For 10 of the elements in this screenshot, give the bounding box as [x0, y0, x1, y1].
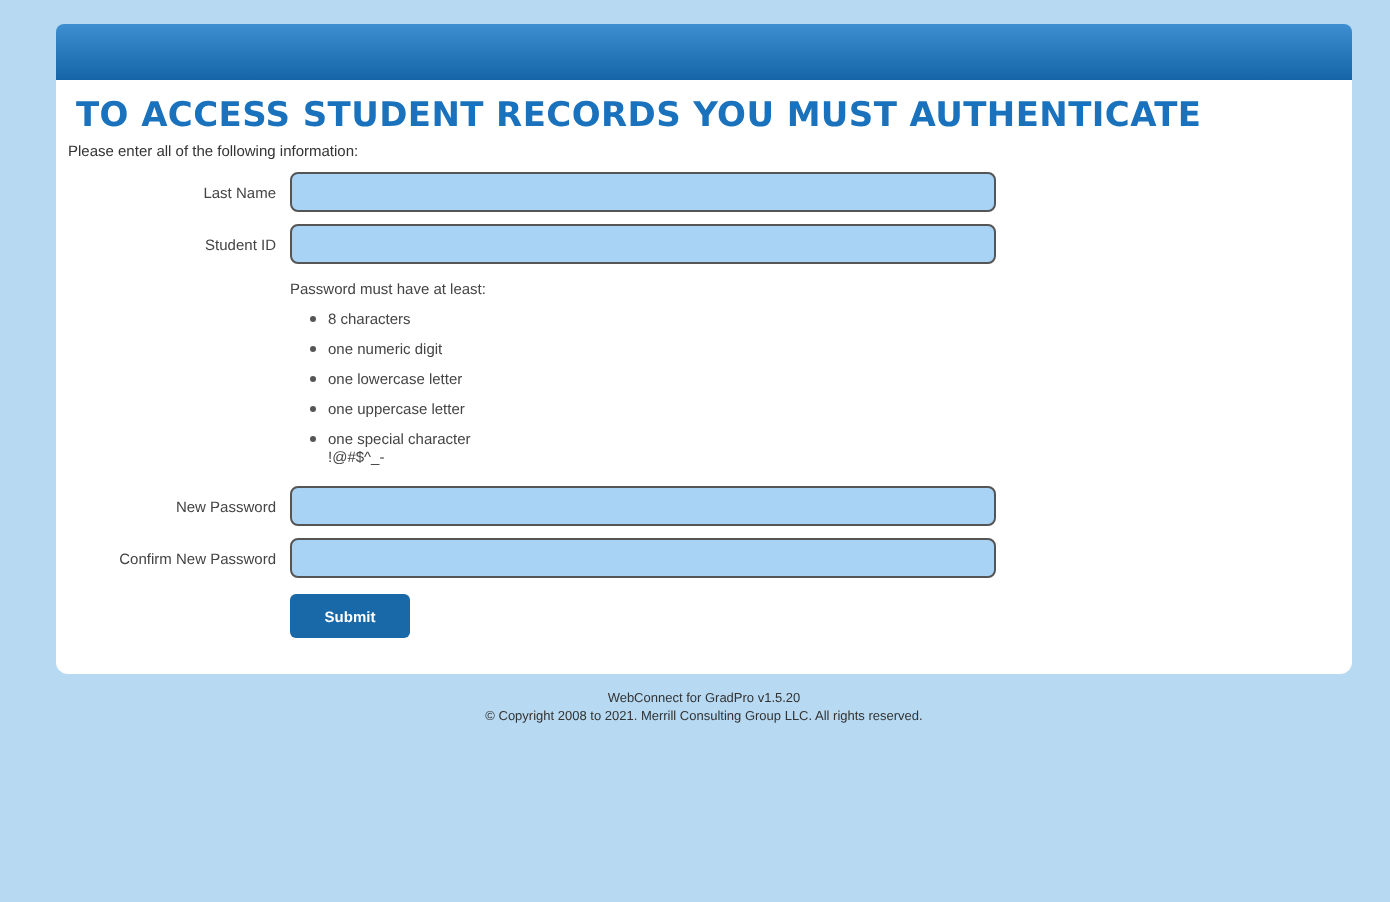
input-field[interactable]	[290, 486, 996, 526]
bullet-icon	[310, 376, 316, 382]
input-field[interactable]	[290, 224, 996, 264]
page-title: TO ACCESS STUDENT RECORDS YOU MUST AUTHENTICATE	[76, 96, 1204, 136]
bullet-icon	[310, 406, 316, 412]
bullet-icon	[310, 346, 316, 352]
bullet-icon	[310, 316, 316, 322]
input-field[interactable]	[290, 538, 996, 578]
bullet-icon	[310, 436, 316, 442]
input-field[interactable]	[290, 172, 996, 212]
